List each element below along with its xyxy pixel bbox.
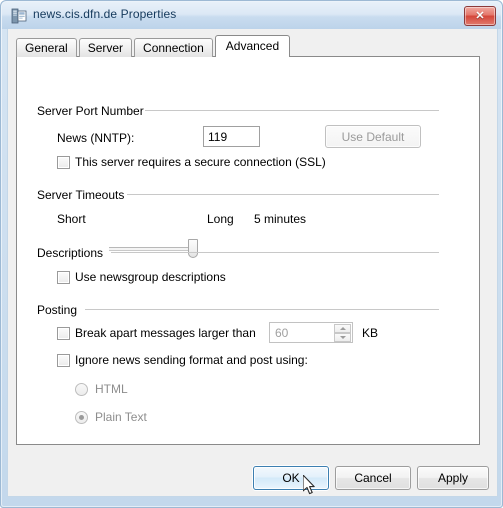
use-newsgroup-descriptions-label: Use newsgroup descriptions [75,270,226,284]
group-rule-server-timeouts [127,194,439,195]
chevron-down-icon [339,336,346,339]
ignore-news-format-label: Ignore news sending format and post usin… [75,353,308,367]
stepper-up-button[interactable] [334,324,351,333]
group-label-descriptions: Descriptions [37,246,110,260]
properties-dialog-window: news.cis.dfn.de Properties ✕ General Ser… [0,0,503,508]
tab-strip: General Server Connection Advanced [16,35,291,57]
group-rule-descriptions [111,252,439,253]
use-newsgroup-descriptions-checkbox[interactable] [57,271,70,284]
apply-button[interactable]: Apply [417,466,489,490]
group-rule-posting [85,309,439,310]
ok-button[interactable]: OK [253,466,329,490]
advanced-tab-panel: Server Port Number News (NNTP): 119 Use … [16,56,480,445]
ssl-checkbox[interactable] [57,156,70,169]
newsserver-icon [11,8,27,24]
nntp-label: News (NNTP): [57,131,135,145]
radio-html[interactable] [75,383,88,396]
kb-unit-label: KB [362,326,379,340]
break-apart-size-value: 60 [275,326,289,340]
ignore-news-format-checkbox[interactable] [57,354,70,367]
tab-connection[interactable]: Connection [134,38,213,57]
break-apart-label: Break apart messages larger than [75,326,256,340]
close-button[interactable]: ✕ [464,6,496,26]
tab-server[interactable]: Server [78,38,133,57]
window-title: news.cis.dfn.de Properties [33,7,177,21]
break-apart-size-stepper[interactable]: 60 [269,322,353,343]
use-default-button[interactable]: Use Default [325,125,421,148]
timeout-short-label: Short [57,212,86,226]
chevron-up-icon [339,327,346,330]
tab-general[interactable]: General [16,38,77,57]
radio-html-label: HTML [95,382,128,396]
title-bar[interactable]: news.cis.dfn.de Properties ✕ [2,2,501,29]
ssl-label: This server requires a secure connection… [75,155,326,169]
radio-plain-text[interactable] [75,411,88,424]
timeout-slider-track[interactable] [103,247,195,251]
group-label-posting: Posting [37,303,84,317]
tab-advanced[interactable]: Advanced [214,35,291,57]
timeout-slider-thumb[interactable] [188,239,198,258]
radio-plain-text-label: Plain Text [95,410,147,424]
break-apart-checkbox[interactable] [57,327,70,340]
dialog-client-area: General Server Connection Advanced Serve… [7,29,498,497]
close-icon: ✕ [475,9,485,22]
cancel-button[interactable]: Cancel [335,466,411,490]
group-label-server-port: Server Port Number [37,104,150,118]
timeout-long-label: Long [207,212,234,226]
stepper-down-button[interactable] [334,333,351,342]
timeout-value-label: 5 minutes [254,212,307,226]
group-rule-server-port [145,110,439,111]
nntp-port-input[interactable]: 119 [203,126,260,147]
group-label-server-timeouts: Server Timeouts [37,188,131,202]
